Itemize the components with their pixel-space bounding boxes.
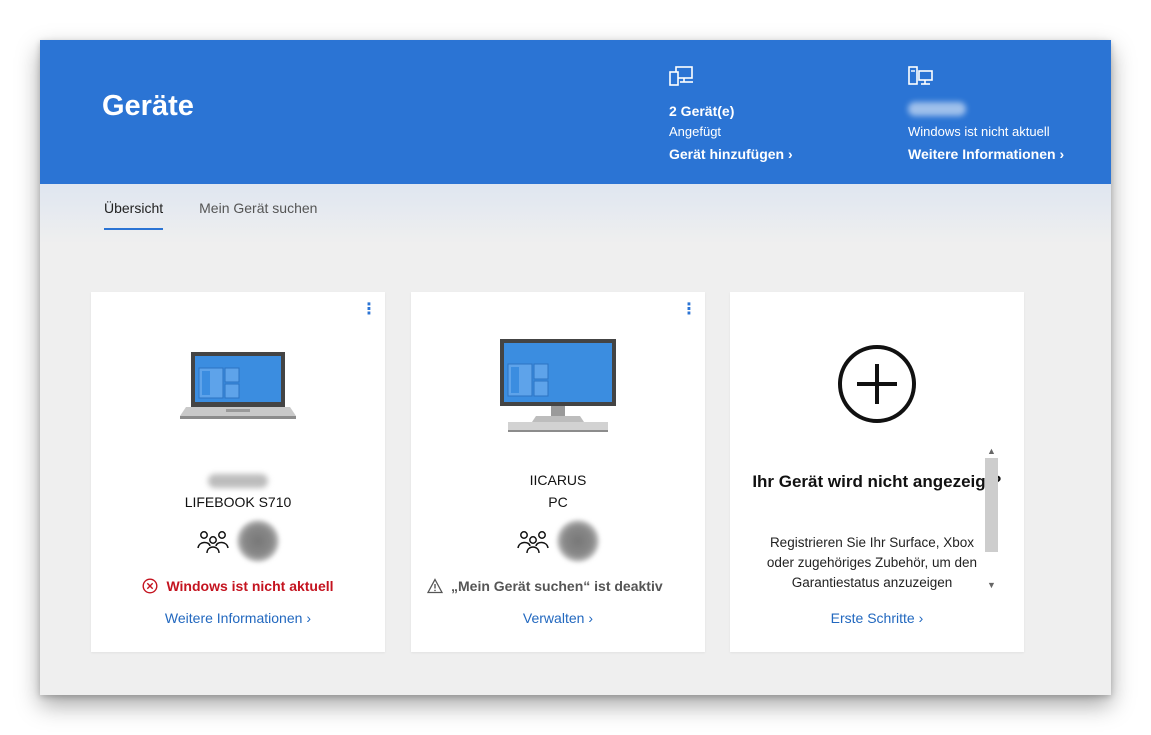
tab-overview[interactable]: Übersicht [104,200,164,230]
manage-link[interactable]: Verwalten › [411,610,705,626]
devices-window: Geräte 2 Gerät(e) Angefügt Gerät hinzufü… [40,40,1111,695]
chevron-right-icon: › [306,610,312,626]
device-count-label: Angefügt [669,124,722,139]
device-name: IICARUS [529,472,587,488]
device-card-pc: ⋮ IICARUS PC „Mein Gerät suchen“ ist dea… [411,292,705,652]
device-card-laptop: ⋮ LIFEBOOK S710 Windows ist nicht aktuel… [91,292,385,652]
more-info-card-link-label: Weitere Informationen [164,610,303,626]
devices-icon [669,66,693,86]
device-count: 2 Gerät(e) [669,103,735,119]
device-status-text: „Mein Gerät suchen“ ist deaktiv [451,578,663,594]
error-icon [142,578,158,594]
add-device-link-label: Gerät hinzufügen [669,146,785,162]
add-card-title: Ihr Gerät wird nicht angezeigt? [752,472,1002,491]
more-info-link-label: Weitere Informationen [908,146,1056,162]
more-info-card-link[interactable]: Weitere Informationen › [91,610,385,626]
avatar [557,520,599,562]
header-banner: Geräte 2 Gerät(e) Angefügt Gerät hinzufü… [40,40,1111,184]
get-started-link[interactable]: Erste Schritte › [730,610,1024,626]
tab-bar: Übersicht Mein Gerät suchen [104,200,317,230]
pc-stat: Windows ist nicht aktuell Weitere Inform… [908,66,1064,165]
pc-icon [908,66,933,85]
manage-link-label: Verwalten [522,610,585,626]
family-icon [197,531,229,554]
device-name-redacted [208,474,268,488]
add-device-card: Ihr Gerät wird nicht angezeigt? Registri… [730,292,1024,652]
device-status: Windows ist nicht aktuell [91,578,385,594]
pc-name-redacted [908,101,1064,121]
scrollbar[interactable]: ▲ ▼ [984,444,999,592]
chevron-right-icon: › [788,146,793,162]
pc-status: Windows ist nicht aktuell [908,124,1050,139]
get-started-link-label: Erste Schritte [830,610,915,626]
warning-icon [427,578,443,594]
device-status-text: Windows ist nicht aktuell [166,578,334,594]
scroll-up-icon[interactable]: ▲ [984,444,999,458]
device-type: PC [548,494,568,510]
device-status: „Mein Gerät suchen“ ist deaktiv [411,578,705,594]
more-options-icon[interactable]: ⋮ [361,302,377,318]
add-circle-icon[interactable] [837,344,917,429]
device-owner-row [411,520,705,562]
chevron-right-icon: › [1059,146,1065,162]
device-owner-row [91,520,385,562]
add-device-link[interactable]: Gerät hinzufügen › [669,143,793,165]
scrollbar-thumb[interactable] [985,458,998,552]
desktop-image [411,338,705,434]
laptop-image [91,350,385,420]
tab-find-my-device[interactable]: Mein Gerät suchen [199,200,317,230]
page-title: Geräte [102,90,194,122]
add-card-text: Registrieren Sie Ihr Surface, Xbox oder … [766,535,978,590]
chevron-right-icon: › [588,610,594,626]
avatar [237,520,279,562]
device-model: LIFEBOOK S710 [184,494,292,510]
more-info-link[interactable]: Weitere Informationen › [908,143,1064,165]
family-icon [517,531,549,554]
scroll-down-icon[interactable]: ▼ [984,578,999,592]
more-options-icon[interactable]: ⋮ [681,302,697,318]
devices-stat: 2 Gerät(e) Angefügt Gerät hinzufügen › [669,66,793,165]
chevron-right-icon: › [918,610,924,626]
